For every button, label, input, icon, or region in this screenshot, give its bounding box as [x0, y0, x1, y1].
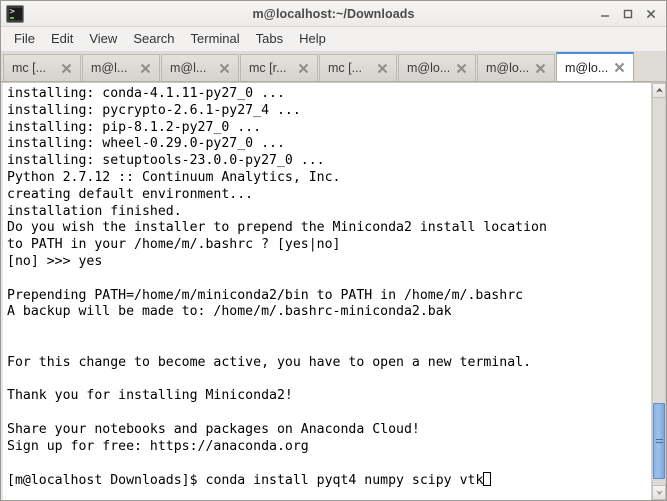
scrollbar-track[interactable] — [652, 98, 666, 485]
terminal-line: creating default environment... — [7, 186, 254, 202]
minimize-icon[interactable] — [594, 3, 616, 25]
terminal-line: Sign up for free: https://anaconda.org — [7, 438, 309, 454]
terminal-window: m@localhost:~/Downloads File Edit View S… — [0, 0, 667, 501]
shell-prompt: [m@localhost Downloads]$ — [7, 473, 206, 489]
tab-close-icon[interactable] — [138, 61, 153, 76]
tab-6[interactable]: m@lo... — [477, 54, 555, 81]
terminal-line: Thank you for installing Miniconda2! — [7, 388, 293, 404]
tab-label: mc [... — [12, 61, 47, 75]
tab-label: m@l... — [170, 61, 207, 75]
terminal-line: installing: pip-8.1.2-py27_0 ... — [7, 119, 262, 135]
tab-4[interactable]: mc [... — [319, 54, 397, 81]
tab-label: mc [... — [328, 61, 363, 75]
menu-item-view[interactable]: View — [81, 28, 125, 50]
terminal-line: installing: wheel-0.29.0-py27_0 ... — [7, 136, 285, 152]
terminal-line: Do you wish the installer to prepend the… — [7, 220, 547, 236]
tab-bar: mc [... m@l... m@l... mc [r... mc [... m… — [1, 52, 666, 82]
block-cursor — [483, 472, 492, 487]
tab-3[interactable]: mc [r... — [240, 54, 318, 81]
menu-item-terminal[interactable]: Terminal — [183, 28, 248, 50]
terminal-line: installation finished. — [7, 203, 182, 219]
tab-label: m@lo... — [486, 61, 529, 75]
tab-0[interactable]: mc [... — [3, 54, 81, 81]
scroll-up-icon[interactable] — [652, 83, 666, 98]
maximize-icon[interactable] — [617, 3, 639, 25]
tab-7-active[interactable]: m@lo... — [556, 52, 634, 81]
tab-close-icon[interactable] — [454, 61, 469, 76]
tab-close-icon[interactable] — [375, 61, 390, 76]
terminal-line: to PATH in your /home/m/.bashrc ? [yes|n… — [7, 237, 341, 253]
window-controls — [594, 3, 662, 25]
tab-close-icon[interactable] — [612, 60, 627, 75]
terminal-output[interactable]: installing: conda-4.1.11-py27_0 ... inst… — [1, 83, 651, 500]
tab-label: m@l... — [91, 61, 128, 75]
tab-close-icon[interactable] — [59, 61, 74, 76]
terminal-line: Prepending PATH=/home/m/miniconda2/bin t… — [7, 287, 524, 303]
tab-close-icon[interactable] — [533, 61, 548, 76]
menu-item-help[interactable]: Help — [291, 28, 334, 50]
tab-label: m@lo... — [565, 60, 608, 75]
tab-5[interactable]: m@lo... — [398, 54, 476, 81]
terminal-line: installing: setuptools-23.0.0-py27_0 ... — [7, 153, 325, 169]
terminal-line: Python 2.7.12 :: Continuum Analytics, In… — [7, 169, 341, 185]
terminal-icon — [6, 4, 24, 23]
menu-item-edit[interactable]: Edit — [43, 28, 81, 50]
tab-1[interactable]: m@l... — [82, 54, 160, 81]
tab-close-icon[interactable] — [296, 61, 311, 76]
scrollbar-thumb[interactable] — [653, 403, 665, 479]
menu-item-file[interactable]: File — [6, 28, 43, 50]
menu-bar: File Edit View Search Terminal Tabs Help — [1, 27, 666, 52]
terminal-line: Share your notebooks and packages on Ana… — [7, 421, 420, 437]
scrollbar-grip — [655, 437, 663, 445]
tab-label: mc [r... — [249, 61, 287, 75]
command-input[interactable]: conda install pyqt4 numpy scipy vtk — [206, 473, 484, 488]
tab-close-icon[interactable] — [217, 61, 232, 76]
close-icon[interactable] — [640, 3, 662, 25]
tab-2[interactable]: m@l... — [161, 54, 239, 81]
tab-label: m@lo... — [407, 61, 450, 75]
terminal-line: For this change to become active, you ha… — [7, 354, 532, 370]
terminal-line: installing: conda-4.1.11-py27_0 ... — [7, 86, 285, 101]
menu-item-search[interactable]: Search — [125, 28, 182, 50]
menu-item-tabs[interactable]: Tabs — [248, 28, 291, 50]
terminal-line: installing: pycrypto-2.6.1-py27_4 ... — [7, 102, 301, 118]
terminal-area: installing: conda-4.1.11-py27_0 ... inst… — [1, 82, 666, 500]
terminal-line: A backup will be made to: /home/m/.bashr… — [7, 304, 452, 320]
title-bar: m@localhost:~/Downloads — [1, 1, 666, 27]
scroll-down-icon[interactable] — [652, 485, 666, 500]
terminal-line: [no] >>> yes — [7, 253, 103, 269]
terminal-scrollbar[interactable] — [651, 83, 666, 500]
window-title: m@localhost:~/Downloads — [252, 6, 415, 21]
terminal-prompt-line: [m@localhost Downloads]$ conda install p… — [7, 472, 651, 489]
